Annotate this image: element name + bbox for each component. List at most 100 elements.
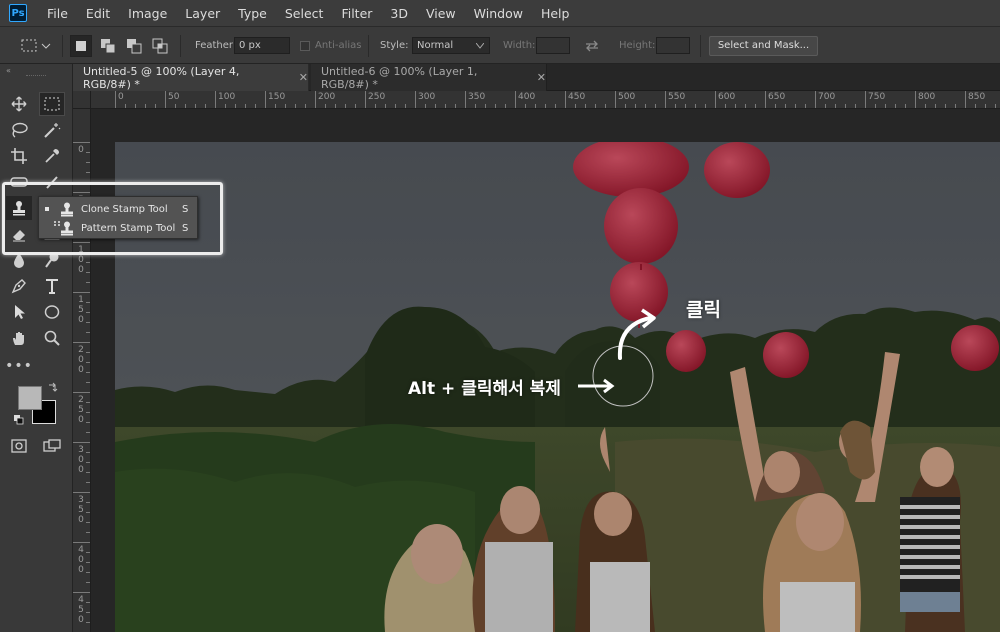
style-select-value: Normal	[417, 40, 454, 51]
ruler-minor-tick	[155, 104, 156, 108]
pen-tool[interactable]	[6, 274, 32, 298]
lasso-tool[interactable]	[6, 118, 32, 142]
horizontal-ruler[interactable]: 0 50 100 150 200 250 300 350 400 450 500 550 600 650 7…	[91, 91, 1000, 109]
ruler-minor-tick	[86, 532, 90, 533]
subtract-selection-button[interactable]	[126, 27, 142, 64]
flyout-item-pattern-stamp[interactable]: Pattern Stamp Tool S	[39, 219, 199, 238]
ruler-major-tick	[165, 91, 166, 108]
screen-mode-icon	[43, 439, 61, 452]
swap-colors-icon[interactable]	[48, 382, 58, 392]
menu-layer[interactable]: Layer	[176, 0, 229, 27]
ruler-minor-tick	[735, 104, 736, 108]
menu-file[interactable]: File	[38, 0, 77, 27]
width-input[interactable]	[536, 37, 570, 54]
ruler-minor-tick	[835, 104, 836, 108]
ruler-minor-tick	[705, 104, 706, 108]
feather-input[interactable]: 0 px	[234, 37, 290, 54]
menu-filter[interactable]: Filter	[332, 0, 381, 27]
ruler-major-tick	[73, 442, 90, 443]
ruler-origin[interactable]	[73, 91, 91, 109]
close-icon[interactable]: ✕	[537, 71, 546, 84]
menu-window[interactable]: Window	[465, 0, 532, 27]
foreground-color-swatch-top[interactable]	[18, 386, 42, 410]
ruler-minor-tick	[975, 104, 976, 108]
ruler-label: 3 5 0	[78, 495, 84, 525]
new-selection-button[interactable]	[70, 27, 92, 64]
flyout-item-label: Pattern Stamp Tool	[81, 223, 176, 234]
ruler-minor-tick	[495, 104, 496, 108]
tab-untitled-5[interactable]: Untitled-5 @ 100% (Layer 4, RGB/8#) * ✕	[73, 64, 309, 91]
menu-3d[interactable]: 3D	[381, 0, 417, 27]
zoom-tool[interactable]	[39, 326, 65, 350]
panel-grip[interactable]	[26, 75, 46, 77]
ruler-minor-tick	[385, 104, 386, 108]
ruler-minor-tick	[255, 104, 256, 108]
type-tool[interactable]	[39, 274, 65, 298]
ruler-minor-tick	[86, 502, 90, 503]
tool-preset-picker[interactable]	[20, 27, 52, 64]
ruler-minor-tick	[935, 104, 936, 108]
ruler-minor-tick	[675, 104, 676, 108]
close-icon[interactable]: ✕	[299, 71, 308, 84]
ruler-minor-tick	[86, 282, 90, 283]
flyout-item-shortcut: S	[182, 204, 189, 215]
edit-toolbar-button[interactable]: •••	[5, 354, 33, 378]
move-tool[interactable]	[6, 92, 32, 116]
height-input[interactable]	[656, 37, 690, 54]
ruler-major-tick	[715, 91, 716, 108]
ruler-minor-tick	[86, 612, 90, 613]
ruler-label: 0	[78, 145, 84, 155]
width-label: Width:	[503, 40, 536, 51]
screen-mode-button[interactable]	[39, 434, 65, 458]
ruler-minor-tick	[185, 104, 186, 108]
eyedropper-tool[interactable]	[39, 144, 65, 168]
ruler-minor-tick	[86, 622, 90, 623]
pen-icon	[11, 279, 26, 294]
magic-wand-tool[interactable]	[39, 118, 65, 142]
menu-select[interactable]: Select	[276, 0, 333, 27]
more-dots-icon: •••	[5, 358, 33, 374]
ruler-minor-tick	[295, 104, 296, 108]
quick-mask-button[interactable]	[6, 434, 32, 458]
panel-collapse-icon[interactable]: «	[6, 66, 11, 75]
crop-tool[interactable]	[6, 144, 32, 168]
add-selection-button[interactable]	[100, 27, 116, 64]
ruler-minor-tick	[86, 562, 90, 563]
ellipse-tool[interactable]	[39, 300, 65, 324]
ruler-major-tick	[73, 142, 90, 143]
ruler-major-tick	[73, 392, 90, 393]
selected-indicator	[45, 207, 49, 211]
ruler-minor-tick	[355, 104, 356, 108]
swap-width-height-button[interactable]	[585, 27, 599, 64]
ruler-minor-tick	[125, 104, 126, 108]
select-and-mask-button[interactable]: Select and Mask...	[709, 35, 818, 56]
ruler-minor-tick	[235, 104, 236, 108]
ruler-label: 2 5 0	[78, 395, 84, 425]
ruler-major-tick	[765, 91, 766, 108]
tab-untitled-6[interactable]: Untitled-6 @ 100% (Layer 1, RGB/8#) * ✕	[311, 64, 547, 91]
default-colors-icon[interactable]	[14, 415, 24, 425]
style-select[interactable]: Normal	[412, 37, 490, 54]
menu-type[interactable]: Type	[229, 0, 276, 27]
flyout-item-clone-stamp[interactable]: Clone Stamp Tool S	[39, 200, 199, 219]
ruler-major-tick	[73, 492, 90, 493]
flyout-item-shortcut: S	[182, 223, 189, 234]
type-icon	[46, 279, 58, 294]
ruler-label: 2 0 0	[78, 345, 84, 375]
ruler-minor-tick	[995, 104, 996, 108]
ruler-minor-tick	[86, 272, 90, 273]
menu-help[interactable]: Help	[532, 0, 579, 27]
ruler-minor-tick	[875, 104, 876, 108]
anti-alias-checkbox[interactable]: Anti-alias	[300, 27, 362, 64]
ruler-label: 550	[668, 92, 686, 102]
intersect-selection-button[interactable]	[152, 27, 168, 64]
menu-view[interactable]: View	[417, 0, 465, 27]
ruler-minor-tick	[895, 104, 896, 108]
ruler-minor-tick	[325, 104, 326, 108]
path-selection-tool[interactable]	[6, 300, 32, 324]
hand-tool[interactable]	[6, 326, 32, 350]
menu-image[interactable]: Image	[119, 0, 176, 27]
height-label: Height:	[619, 40, 656, 51]
rectangular-marquee-tool[interactable]	[39, 92, 65, 116]
menu-edit[interactable]: Edit	[77, 0, 119, 27]
